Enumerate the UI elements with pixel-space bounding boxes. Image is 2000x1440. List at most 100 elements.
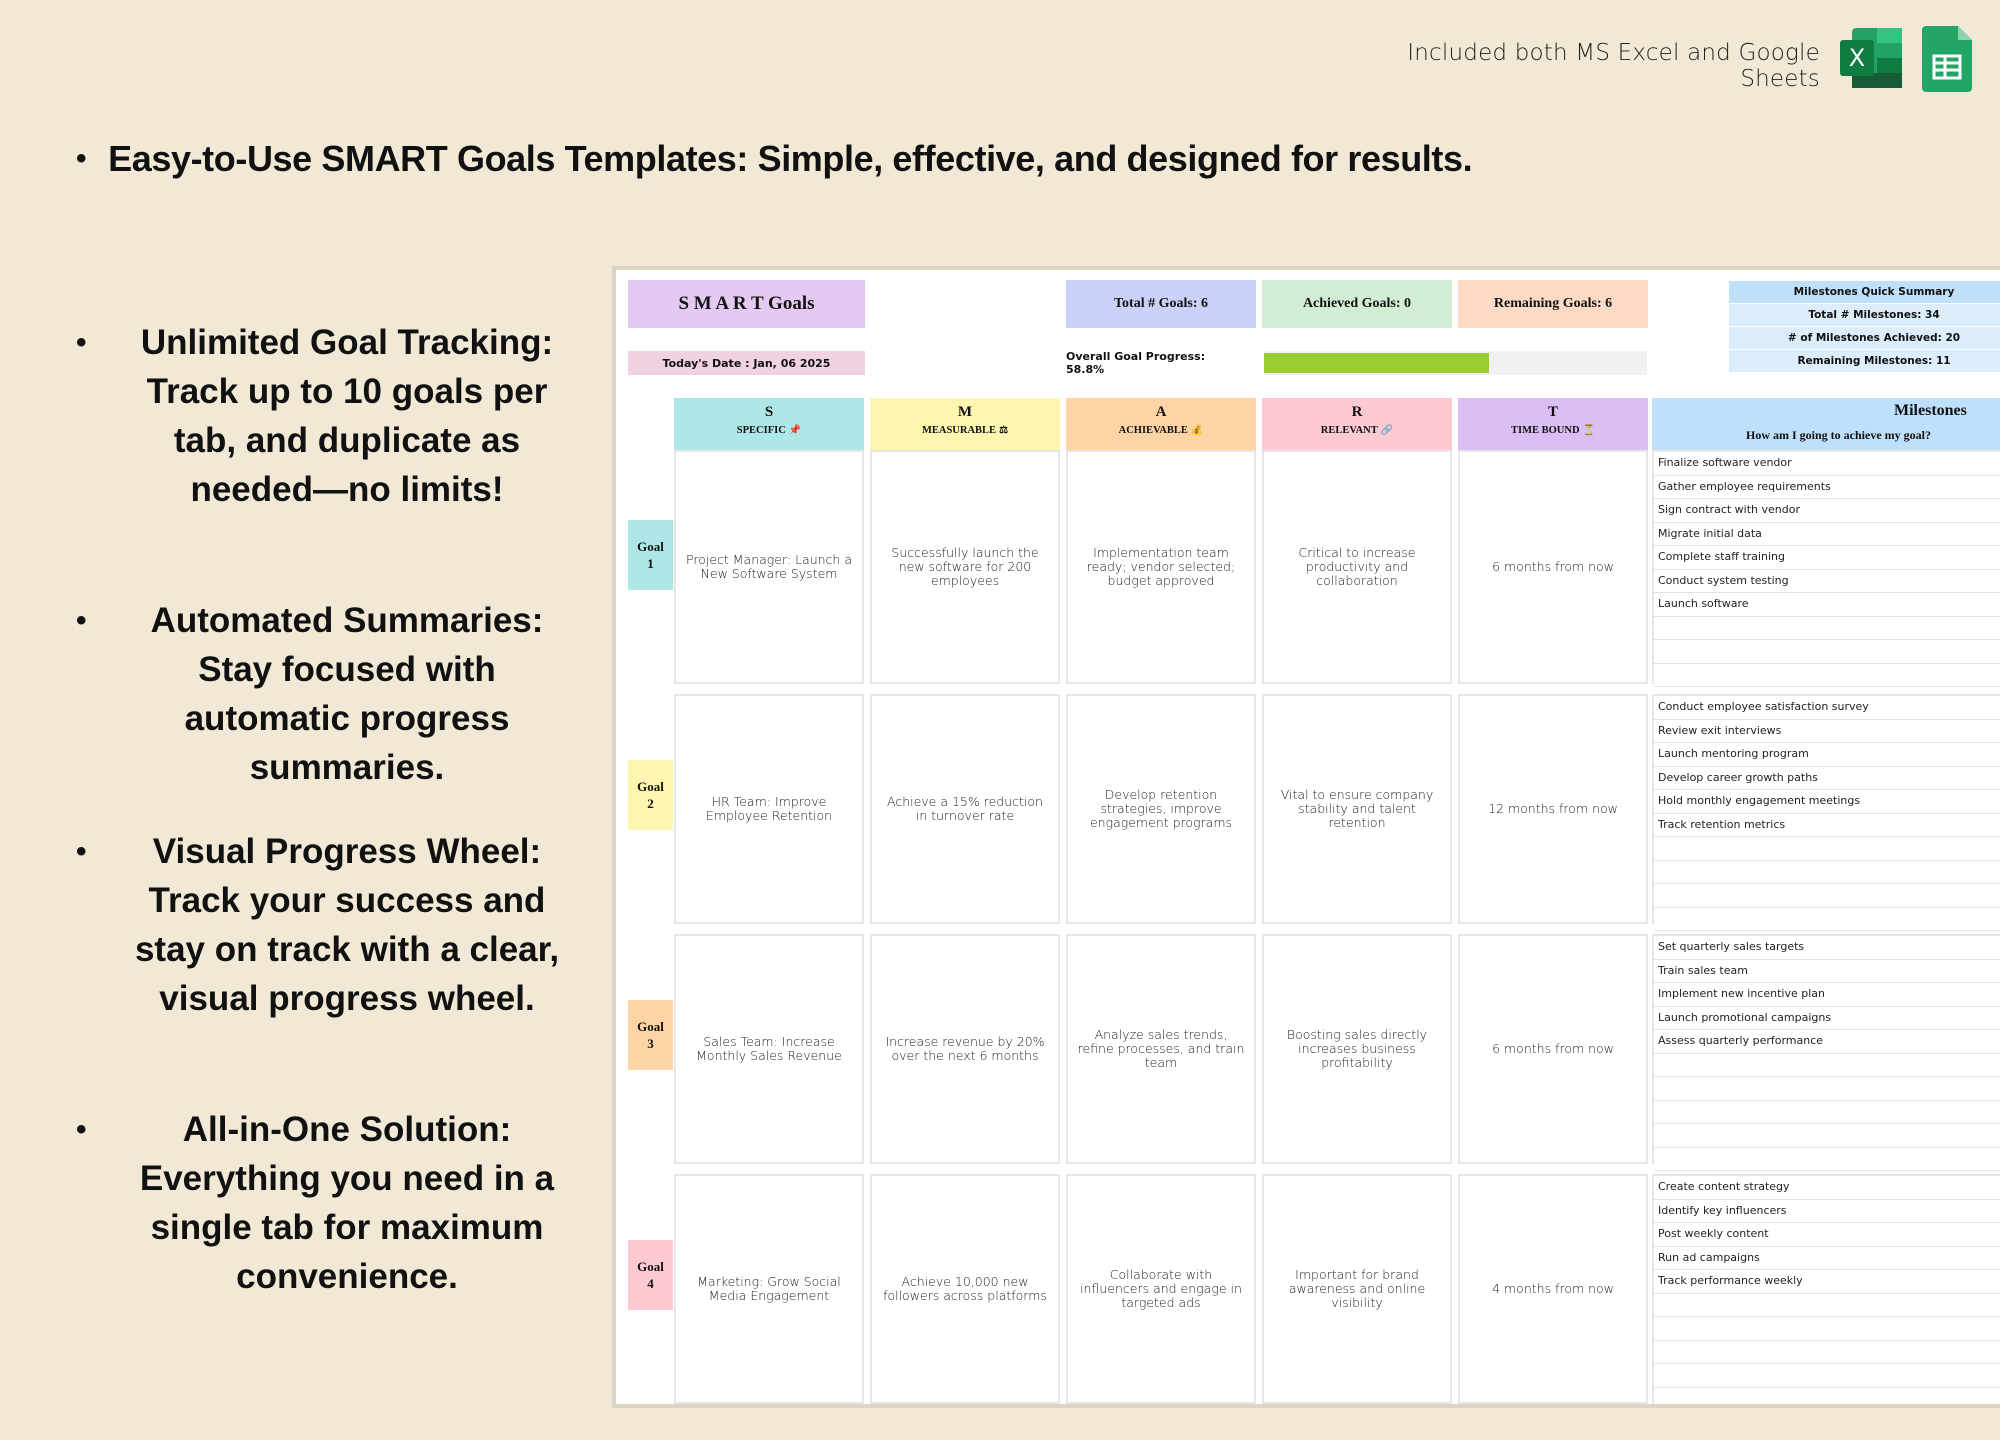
milestone-item[interactable] bbox=[1654, 1101, 2000, 1124]
milestone-item[interactable]: Track retention metrics bbox=[1654, 814, 2000, 837]
milestone-item[interactable]: Hold monthly engagement meetings bbox=[1654, 790, 2000, 814]
milestone-item[interactable]: Launch promotional campaigns bbox=[1654, 1007, 2000, 1030]
milestone-item[interactable] bbox=[1654, 1054, 2000, 1077]
column-header-specific: S SPECIFIC 📌 bbox=[674, 398, 864, 450]
goal-relevant-cell[interactable]: Critical to increase productivity and co… bbox=[1262, 450, 1452, 684]
milestone-item[interactable]: Set quarterly sales targets bbox=[1654, 936, 2000, 960]
feature-item: • Automated Summaries: Stay focused with… bbox=[70, 596, 600, 792]
goal-achievable-cell[interactable]: Collaborate with influencers and engage … bbox=[1066, 1174, 1256, 1404]
goal-number: 2 bbox=[647, 796, 654, 811]
milestone-item[interactable] bbox=[1654, 1294, 2000, 1317]
milestone-item[interactable]: Assess quarterly performance bbox=[1654, 1030, 2000, 1054]
column-header-measurable: M MEASURABLE ⚖ bbox=[870, 398, 1060, 450]
milestone-item[interactable]: Implement new incentive plan bbox=[1654, 983, 2000, 1007]
time-bound-icon: ⏳ bbox=[1582, 425, 1595, 436]
goal-measurable-cell[interactable]: Successfully launch the new software for… bbox=[870, 450, 1060, 684]
goal-achievable-cell[interactable]: Develop retention strategies, improve en… bbox=[1066, 694, 1256, 924]
column-header-achievable: A ACHIEVABLE 💰 bbox=[1066, 398, 1256, 450]
milestone-item[interactable]: Complete staff training bbox=[1654, 546, 2000, 570]
specific-icon: 📌 bbox=[788, 425, 802, 436]
milestone-item[interactable]: Migrate initial data bbox=[1654, 523, 2000, 546]
milestone-item[interactable]: Launch mentoring program bbox=[1654, 743, 2000, 767]
milestone-item[interactable] bbox=[1654, 1077, 2000, 1101]
goal-time-bound-cell[interactable]: 6 months from now bbox=[1458, 934, 1648, 1164]
milestone-item[interactable] bbox=[1654, 908, 2000, 931]
goal-word: Goal bbox=[637, 539, 664, 554]
goal-achievable-cell[interactable]: Analyze sales trends, refine processes, … bbox=[1066, 934, 1256, 1164]
milestone-item[interactable]: Train sales team bbox=[1654, 960, 2000, 983]
goal-number: 3 bbox=[647, 1036, 654, 1051]
smart-goals-sheet: S M A R T Goals Total # Goals: 6 Achieve… bbox=[612, 266, 2000, 1408]
column-word: TIME BOUND ⏳ bbox=[1458, 425, 1648, 436]
goal-specific-cell[interactable]: Marketing: Grow Social Media Engagement bbox=[674, 1174, 864, 1404]
todays-date: Today's Date : Jan, 06 2025 bbox=[628, 351, 865, 375]
feature-text: Unlimited Goal Tracking: Track up to 10 … bbox=[140, 323, 554, 509]
bullet-icon: • bbox=[76, 142, 87, 175]
milestone-item[interactable]: Conduct employee satisfaction survey bbox=[1654, 696, 2000, 720]
goal-relevant-cell[interactable]: Vital to ensure company stability and ta… bbox=[1262, 694, 1452, 924]
milestone-item[interactable] bbox=[1654, 640, 2000, 664]
milestone-item[interactable] bbox=[1654, 1388, 2000, 1405]
bullet-icon: • bbox=[76, 326, 87, 359]
overall-progress-bar bbox=[1264, 351, 1647, 375]
relevant-icon: 🔗 bbox=[1380, 425, 1394, 436]
milestone-item[interactable]: Post weekly content bbox=[1654, 1223, 2000, 1247]
column-word: MEASURABLE ⚖ bbox=[870, 425, 1060, 436]
milestone-item[interactable]: Conduct system testing bbox=[1654, 570, 2000, 593]
milestone-item[interactable]: Track performance weekly bbox=[1654, 1270, 2000, 1294]
milestone-item[interactable]: Create content strategy bbox=[1654, 1176, 2000, 1200]
milestones-summary-title: Milestones Quick Summary bbox=[1729, 281, 2000, 303]
milestone-item[interactable]: Launch software bbox=[1654, 593, 2000, 617]
goal-time-bound-cell[interactable]: 6 months from now bbox=[1458, 450, 1648, 684]
milestone-item[interactable] bbox=[1654, 1364, 2000, 1388]
goal-label: Goal 2 bbox=[628, 760, 673, 830]
goal-label-text: Goal 4 bbox=[637, 1258, 664, 1292]
milestone-item[interactable] bbox=[1654, 837, 2000, 861]
goal-relevant-cell[interactable]: Boosting sales directly increases busine… bbox=[1262, 934, 1452, 1164]
overall-progress-label: Overall Goal Progress: 58.8% bbox=[1066, 350, 1206, 376]
milestones-achieved: # of Milestones Achieved: 20 bbox=[1729, 327, 2000, 349]
milestone-item[interactable]: Gather employee requirements bbox=[1654, 476, 2000, 499]
milestone-item[interactable]: Review exit interviews bbox=[1654, 720, 2000, 743]
column-letter: T bbox=[1547, 404, 1558, 420]
feature-item: • Visual Progress Wheel: Track your succ… bbox=[70, 827, 600, 1023]
goal-time-bound-cell[interactable]: 12 months from now bbox=[1458, 694, 1648, 924]
goal-label-text: Goal 3 bbox=[637, 1018, 664, 1052]
milestones-remaining: Remaining Milestones: 11 bbox=[1729, 350, 2000, 372]
goal-number: 4 bbox=[647, 1276, 654, 1291]
milestone-item[interactable] bbox=[1654, 1124, 2000, 1148]
feature-text: Visual Progress Wheel: Track your succes… bbox=[134, 832, 560, 1018]
goal-measurable-cell[interactable]: Increase revenue by 20% over the next 6 … bbox=[870, 934, 1060, 1164]
milestone-item[interactable]: Sign contract with vendor bbox=[1654, 499, 2000, 523]
milestone-item[interactable] bbox=[1654, 1317, 2000, 1341]
milestone-item[interactable] bbox=[1654, 617, 2000, 640]
svg-text:X: X bbox=[1849, 44, 1865, 72]
goal-measurable-cell[interactable]: Achieve 10,000 new followers across plat… bbox=[870, 1174, 1060, 1404]
milestone-item[interactable] bbox=[1654, 1341, 2000, 1364]
column-letter: S bbox=[764, 404, 774, 420]
milestone-item[interactable] bbox=[1654, 861, 2000, 884]
goal-label-text: Goal 1 bbox=[637, 538, 664, 572]
feature-item: • Unlimited Goal Tracking: Track up to 1… bbox=[70, 318, 600, 514]
goal-specific-cell[interactable]: HR Team: Improve Employee Retention bbox=[674, 694, 864, 924]
milestone-item[interactable]: Identify key influencers bbox=[1654, 1200, 2000, 1223]
milestones-subtitle: How am I going to achieve my goal? bbox=[1746, 428, 1931, 442]
goal-achievable-cell[interactable]: Implementation team ready; vendor select… bbox=[1066, 450, 1256, 684]
goal-relevant-cell[interactable]: Important for brand awareness and online… bbox=[1262, 1174, 1452, 1404]
column-word-text: SPECIFIC bbox=[736, 425, 786, 436]
column-header-time-bound: T TIME BOUND ⏳ bbox=[1458, 398, 1648, 450]
feature-text: All-in-One Solution: Everything you need… bbox=[139, 1110, 555, 1296]
milestone-item[interactable]: Develop career growth paths bbox=[1654, 767, 2000, 790]
milestone-item[interactable] bbox=[1654, 884, 2000, 908]
goal-specific-cell[interactable]: Sales Team: Increase Monthly Sales Reven… bbox=[674, 934, 864, 1164]
milestone-item[interactable]: Finalize software vendor bbox=[1654, 452, 2000, 476]
total-goals-box: Total # Goals: 6 bbox=[1066, 280, 1256, 328]
goal-time-bound-cell[interactable]: 4 months from now bbox=[1458, 1174, 1648, 1404]
column-letter: R bbox=[1351, 404, 1363, 420]
milestone-item[interactable] bbox=[1654, 1148, 2000, 1171]
goal-measurable-cell[interactable]: Achieve a 15% reduction in turnover rate bbox=[870, 694, 1060, 924]
milestone-item[interactable]: Run ad campaigns bbox=[1654, 1247, 2000, 1270]
goal-specific-cell[interactable]: Project Manager: Launch a New Software S… bbox=[674, 450, 864, 684]
goal-number: 1 bbox=[647, 556, 654, 571]
milestone-item[interactable] bbox=[1654, 664, 2000, 687]
